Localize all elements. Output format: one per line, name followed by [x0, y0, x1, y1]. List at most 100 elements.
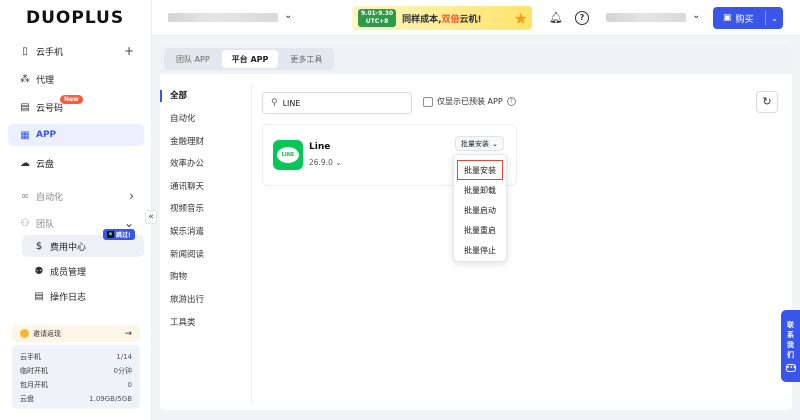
phone-icon: ▯ — [22, 45, 28, 57]
buy-button[interactable]: ▣ 购买 ⌄ — [713, 7, 783, 29]
sidebar-item-logs[interactable]: ▤ 操作日志 — [22, 285, 144, 307]
stat-row: 包月开机 0 — [20, 381, 132, 389]
stat-row: 临时开机 0分钟 — [20, 367, 132, 375]
sidebar-item-cloud-drive[interactable]: ☁ 云盘 — [8, 152, 144, 174]
category-item[interactable]: 工具类 — [170, 316, 196, 330]
sidebar-item-label: 费用中心 — [50, 242, 87, 253]
tab-platform-app[interactable]: 平台 APP — [221, 50, 279, 68]
chat-icon: ••• — [785, 364, 797, 372]
sidebar-item-label: 云盘 — [36, 159, 55, 170]
preinstalled-filter[interactable]: 仅显示已预装 APP ? — [423, 96, 516, 107]
jump-tag-label: 跳过! — [116, 232, 131, 239]
sidebar: DUOPLUS ▯ 云手机 + ⁂ 代理 ▤ 云号码 New ▦ APP ☁ 云… — [0, 0, 152, 420]
chevron-down-icon[interactable]: ⌄ — [766, 14, 783, 23]
promo-date: 9.01-9.30 UTC+8 — [358, 9, 397, 27]
search-value: LINE — [282, 98, 301, 108]
team-icon: ⚇ — [20, 217, 30, 229]
category-item[interactable]: 金融理财 — [170, 135, 204, 149]
sidebar-item-label: 操作日志 — [50, 292, 87, 303]
sidebar-item-label: 代理 — [36, 75, 55, 86]
preinstalled-label: 仅显示已预装 APP — [437, 97, 503, 106]
app-name: Line — [309, 142, 331, 152]
menu-item-batch-start[interactable]: 批量启动 — [457, 200, 503, 220]
line-app-icon: LINE — [273, 140, 303, 170]
stat-row: 云手机 1/14 — [20, 353, 132, 361]
cloud-icon: ☁ — [20, 157, 30, 169]
menu-item-batch-uninstall[interactable]: 批量卸载 — [457, 180, 503, 200]
sidebar-item-app[interactable]: ▦ APP — [8, 124, 144, 146]
menu-item-batch-install[interactable]: 批量安装 — [457, 160, 503, 180]
chevron-right-icon: › — [129, 189, 134, 203]
batch-dropdown-menu: 批量安装 批量卸载 批量启动 批量重启 批量停止 — [453, 154, 507, 262]
sidebar-group-label: 自动化 — [36, 192, 64, 203]
log-icon: ▤ — [34, 290, 44, 302]
stat-row: 云盘 1.09GB/5GB — [20, 395, 132, 403]
star-icon: ★ — [513, 8, 528, 28]
tab-bar: 团队 APP 平台 APP 更多工具 — [160, 44, 792, 74]
mascot-icon: ▪ — [107, 231, 114, 238]
sidebar-item-cloud-phone[interactable]: ▯ 云手机 + — [8, 40, 144, 62]
category-item[interactable]: 自动化 — [170, 112, 196, 126]
batch-action-button[interactable]: 批量安装 ⌄ — [455, 136, 504, 151]
arrow-right-icon: → — [124, 328, 132, 339]
invite-label: 邀请返现 — [33, 329, 61, 338]
workspace-name-redacted[interactable] — [168, 13, 278, 22]
chevron-down-icon[interactable]: ⌄ — [284, 10, 292, 21]
help-icon[interactable]: ? — [575, 11, 589, 25]
sidebar-item-label: 成员管理 — [50, 267, 87, 278]
top-header: ⌄ 9.01-9.30 UTC+8 同样成本,双倍云机! ★ 🔔︎ ? ⌄ ▣ 购… — [152, 0, 800, 36]
usage-stats: 云手机 1/14 临时开机 0分钟 包月开机 0 云盘 1.09GB/5GB — [12, 345, 140, 409]
buy-main[interactable]: ▣ 购买 — [713, 7, 765, 29]
chevron-down-icon: ⌄ — [335, 158, 342, 167]
category-list: 全部 自动化 金融理财 效率办公 通讯聊天 视频音乐 娱乐消遣 新闻阅读 购物 … — [160, 84, 252, 404]
network-icon: ⁂ — [20, 73, 30, 85]
sidebar-group-label: 团队 — [36, 219, 55, 230]
category-item[interactable]: 新闻阅读 — [170, 248, 204, 262]
jump-tag[interactable]: ▪ 跳过! — [103, 229, 135, 240]
menu-item-batch-restart[interactable]: 批量重启 — [457, 220, 503, 240]
tab-team-app[interactable]: 团队 APP — [166, 50, 220, 68]
category-item[interactable]: 旅游出行 — [170, 293, 204, 307]
bell-icon[interactable]: 🔔︎ — [549, 11, 563, 25]
grid-icon: ▦ — [20, 129, 30, 141]
gift-icon: ▣ — [723, 13, 732, 23]
sim-icon: ▤ — [20, 101, 30, 113]
duoplus-logo[interactable]: DUOPLUS — [26, 8, 124, 28]
dollar-icon: $ — [35, 240, 43, 252]
add-icon[interactable]: + — [124, 44, 134, 58]
sidebar-item-label: 云号码 — [36, 103, 64, 114]
chevron-down-icon: ⌄ — [492, 139, 498, 148]
category-item[interactable]: 通讯聊天 — [170, 180, 204, 194]
sidebar-item-label: APP — [36, 130, 57, 140]
refresh-button[interactable]: ↻ — [756, 91, 778, 113]
search-input[interactable]: ⚲ LINE — [262, 92, 412, 114]
members-icon: ⚉ — [34, 265, 44, 277]
new-badge: New — [60, 95, 83, 104]
sidebar-item-proxy[interactable]: ⁂ 代理 — [8, 68, 144, 90]
sidebar-item-members[interactable]: ⚉ 成员管理 — [22, 260, 144, 282]
automation-icon: ∞ — [20, 190, 30, 202]
category-item[interactable]: 娱乐消遣 — [170, 225, 204, 239]
tab-more-tools[interactable]: 更多工具 — [280, 50, 332, 68]
category-item[interactable]: 效率办公 — [170, 157, 204, 171]
chevron-down-icon: ⌄ — [123, 216, 134, 230]
sidebar-item-label: 云手机 — [36, 47, 64, 58]
checkbox[interactable] — [423, 96, 433, 107]
invite-banner[interactable]: 邀请返现 → — [12, 325, 140, 342]
promo-banner[interactable]: 9.01-9.30 UTC+8 同样成本,双倍云机! ★ — [352, 6, 532, 30]
chevron-down-icon[interactable]: ⌄ — [692, 10, 700, 21]
help-icon[interactable]: ? — [506, 97, 516, 106]
contact-us-button[interactable]: 联 系 我 们 ••• — [781, 310, 800, 382]
category-item[interactable]: 全部 — [170, 89, 187, 103]
search-icon: ⚲ — [271, 98, 278, 108]
category-item[interactable]: 视频音乐 — [170, 202, 204, 216]
collapse-sidebar-button[interactable]: « — [145, 210, 157, 224]
category-item[interactable]: 购物 — [170, 270, 187, 284]
app-version-select[interactable]: 26.9.0 ⌄ — [309, 158, 342, 167]
sidebar-group-automation[interactable]: ∞ 自动化 › — [8, 185, 144, 207]
menu-item-batch-stop[interactable]: 批量停止 — [457, 240, 503, 260]
coin-icon — [20, 329, 29, 338]
promo-text: 同样成本,双倍云机! — [402, 14, 482, 25]
active-indicator — [160, 90, 162, 102]
account-name-redacted[interactable] — [606, 13, 686, 22]
